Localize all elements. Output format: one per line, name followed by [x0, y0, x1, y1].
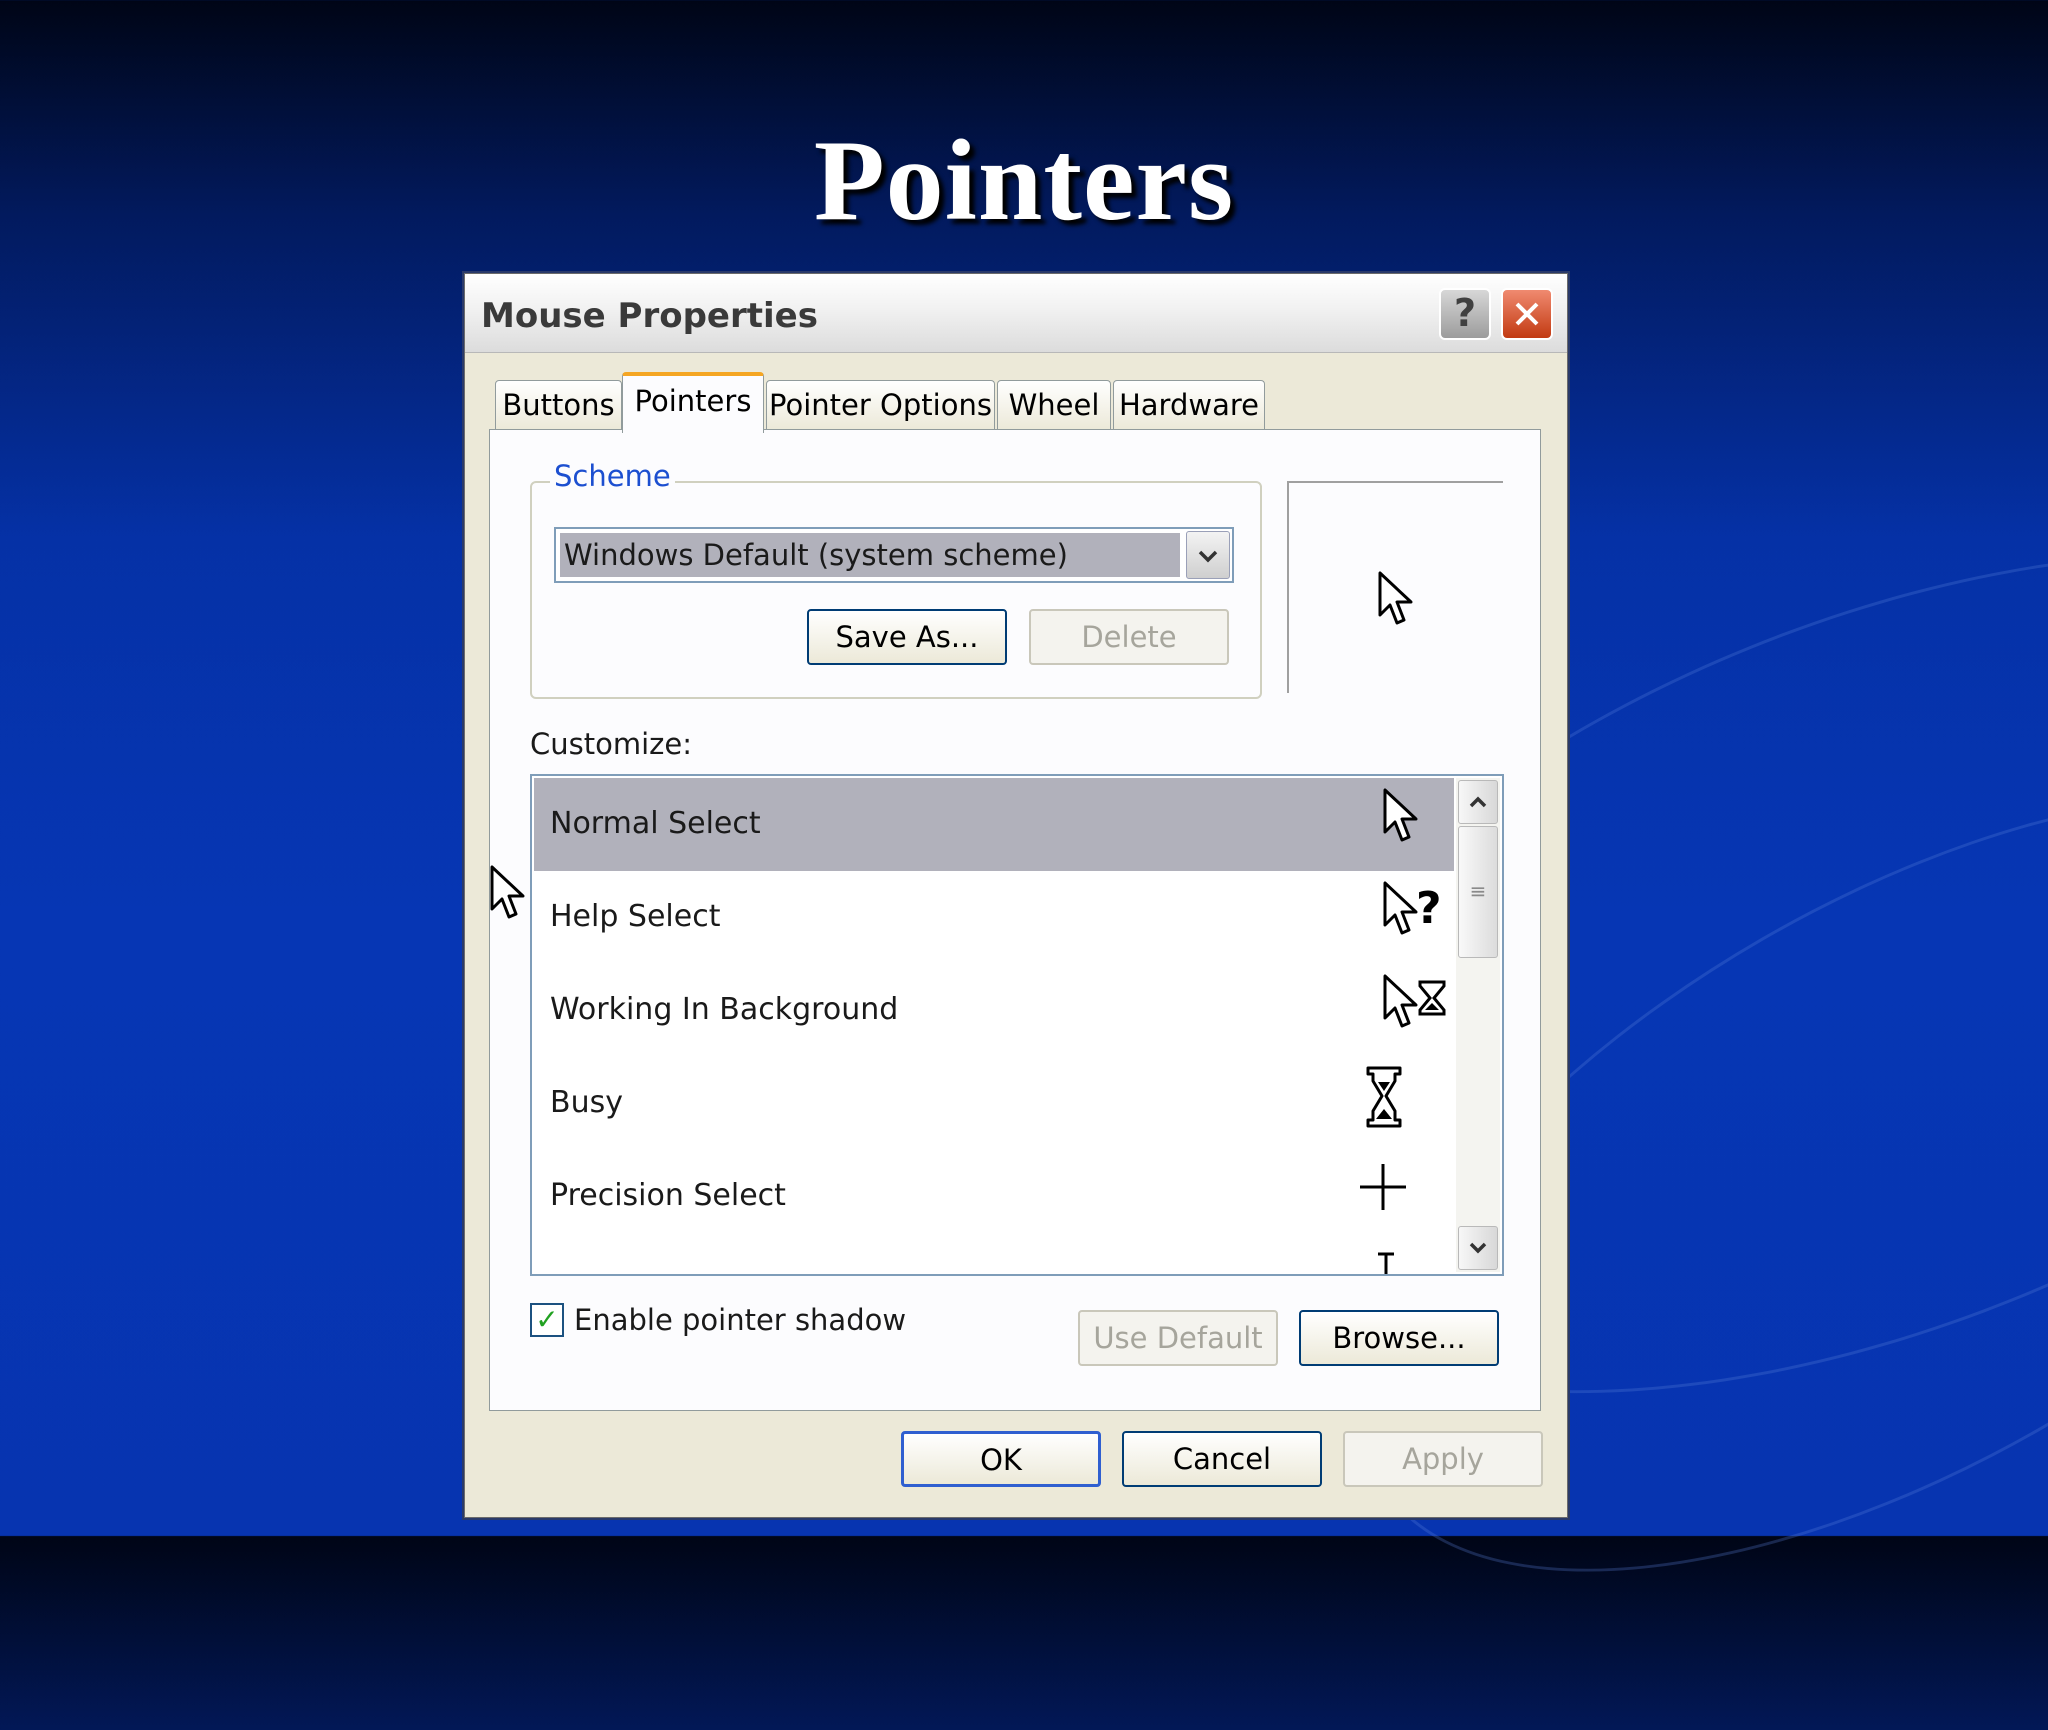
- tab-wheel[interactable]: Wheel: [997, 380, 1111, 430]
- pointer-preview: [1287, 481, 1503, 693]
- scrollbar-thumb[interactable]: ≡: [1458, 826, 1498, 958]
- text-select-cursor-icon: [1378, 1252, 1394, 1274]
- chevron-down-icon[interactable]: [1186, 531, 1230, 579]
- help-button[interactable]: ?: [1439, 288, 1491, 340]
- cursor-list: Normal Select Help Select ? Working In B…: [530, 774, 1504, 1276]
- list-item[interactable]: Precision Select: [534, 1150, 1454, 1243]
- svg-text:?: ?: [1416, 883, 1442, 934]
- list-item[interactable]: Normal Select: [534, 778, 1454, 871]
- scheme-selected-value: Windows Default (system scheme): [560, 533, 1180, 577]
- pointer-shadow-label: Enable pointer shadow: [574, 1303, 907, 1337]
- scheme-group: Scheme Windows Default (system scheme) S…: [530, 459, 1262, 699]
- save-as-button[interactable]: Save As...: [807, 609, 1007, 665]
- close-icon: [1515, 302, 1539, 326]
- list-item-label: Help Select: [550, 899, 721, 934]
- slide-title: Pointers: [813, 117, 1235, 245]
- list-item[interactable]: Working In Background: [534, 964, 1454, 1057]
- apply-button[interactable]: Apply: [1343, 1431, 1543, 1487]
- customize-label: Customize:: [530, 727, 692, 761]
- hourglass-icon: [1366, 1066, 1402, 1128]
- pointers-tab-panel: Scheme Windows Default (system scheme) S…: [489, 429, 1541, 1411]
- delete-button[interactable]: Delete: [1029, 609, 1229, 665]
- list-item-label: Working In Background: [550, 992, 899, 1027]
- list-item[interactable]: Busy: [534, 1057, 1454, 1150]
- list-item[interactable]: [534, 1243, 1454, 1274]
- arrow-cursor-icon: [1378, 571, 1413, 625]
- pointer-shadow-checkbox[interactable]: ✓: [530, 1303, 564, 1337]
- scroll-up-button[interactable]: [1458, 780, 1498, 824]
- mouse-pointer-icon: [490, 865, 525, 919]
- mouse-properties-dialog: Mouse Properties ? Buttons Pointers Poin…: [464, 273, 1568, 1518]
- close-button[interactable]: [1501, 288, 1553, 340]
- crosshair-icon: [1360, 1164, 1406, 1210]
- help-cursor-icon: ?: [1383, 881, 1442, 935]
- scheme-group-label: Scheme: [550, 459, 675, 493]
- scroll-down-button[interactable]: [1458, 1226, 1498, 1270]
- list-item-label: Precision Select: [550, 1178, 786, 1213]
- tab-pointer-options[interactable]: Pointer Options: [766, 380, 995, 430]
- working-cursor-icon: [1383, 974, 1446, 1028]
- list-item-label: Normal Select: [550, 806, 761, 841]
- chevron-up-icon: [1469, 796, 1487, 808]
- tab-pointers[interactable]: Pointers: [622, 372, 764, 433]
- window-title: Mouse Properties: [481, 296, 818, 336]
- tab-hardware[interactable]: Hardware: [1113, 380, 1265, 430]
- list-item[interactable]: Help Select ?: [534, 871, 1454, 964]
- list-scrollbar[interactable]: ≡: [1456, 778, 1500, 1272]
- title-bar[interactable]: Mouse Properties ?: [465, 274, 1567, 353]
- browse-button[interactable]: Browse...: [1299, 1310, 1499, 1366]
- arrow-cursor-icon: [1383, 788, 1418, 842]
- chevron-down-icon: [1469, 1242, 1487, 1254]
- ok-button[interactable]: OK: [901, 1431, 1101, 1487]
- cancel-button[interactable]: Cancel: [1122, 1431, 1322, 1487]
- use-default-button[interactable]: Use Default: [1078, 1310, 1278, 1366]
- scheme-dropdown[interactable]: Windows Default (system scheme): [554, 527, 1234, 583]
- list-item-label: Busy: [550, 1085, 623, 1120]
- tab-buttons[interactable]: Buttons: [495, 380, 622, 430]
